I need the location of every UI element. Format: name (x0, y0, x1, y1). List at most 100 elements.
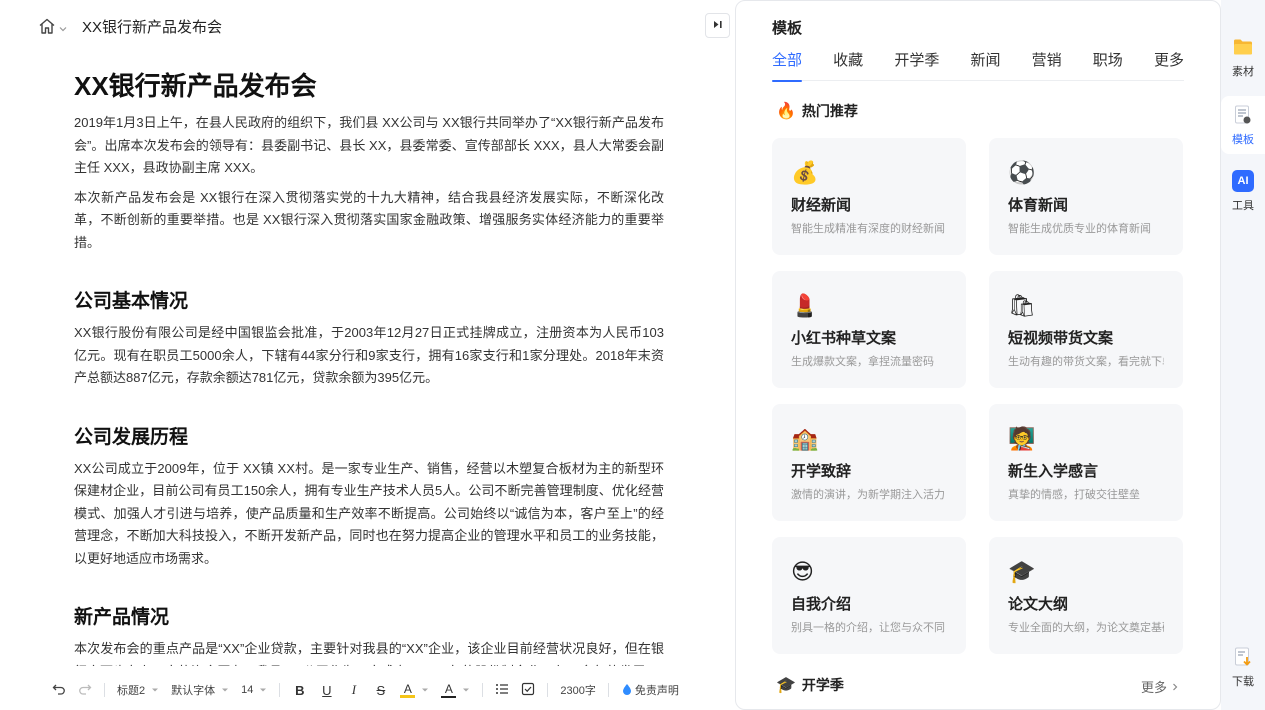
font-size-value: 14 (241, 684, 254, 696)
teacher-icon: 🧑‍🏫 (1008, 426, 1036, 451)
undo-icon (52, 682, 66, 699)
graduation-cap-icon: 🎓 (776, 677, 796, 694)
school-section-header: 🎓 开学季 (776, 675, 844, 695)
template-card-thesis-outline[interactable]: 🎓 论文大纲 专业全面的大纲，为论文奠定基础 (989, 537, 1183, 654)
toolbar-divider (104, 683, 105, 697)
text-color-icon: A (441, 682, 457, 698)
rail-item-templates[interactable]: 模板 (1221, 96, 1265, 154)
card-title: 小红书种草文案 (791, 330, 897, 347)
chevron-down-icon (463, 688, 470, 692)
tab-back-to-school[interactable]: 开学季 (894, 51, 939, 81)
highlight-button[interactable]: A (400, 682, 429, 698)
card-description: 激情的演讲，为新学期注入活力 (791, 489, 945, 501)
paragraph[interactable]: 本次新产品发布会是 XX银行在深入贯彻落实党的十九大精神，结合我县经济发展实际，… (74, 187, 664, 255)
disclaimer-link[interactable]: 免责声明 (621, 682, 679, 698)
soccer-ball-icon: ⚽ (1008, 160, 1036, 185)
template-card-short-video-copy[interactable]: 🛍 短视频带货文案 生动有趣的带货文案，看完就下单 (989, 271, 1183, 388)
bullet-list-button[interactable] (495, 682, 509, 699)
bold-icon: B (295, 682, 305, 698)
strikethrough-icon: S (376, 682, 386, 698)
font-family-value: 默认字体 (171, 685, 216, 697)
document-title[interactable]: XX银行新产品发布会 (74, 66, 664, 106)
download-icon (1232, 646, 1254, 668)
tab-favorites[interactable]: 收藏 (833, 51, 863, 81)
card-description: 别具一格的介绍，让您与众不同 (791, 622, 945, 634)
strikethrough-button[interactable]: S (373, 683, 388, 698)
home-icon[interactable] (38, 17, 56, 35)
toolbar-divider (482, 683, 484, 697)
font-size-select[interactable]: 14 (241, 684, 267, 696)
card-description: 生动有趣的带货文案，看完就下单 (1008, 356, 1164, 368)
hot-section-header: 🔥 热门推荐 (776, 101, 858, 121)
document-content[interactable]: XX银行新产品发布会 2019年1月3日上午，在县人民政府的组织下，我们县 XX… (74, 66, 664, 666)
tab-workplace[interactable]: 职场 (1093, 51, 1123, 81)
template-card-sports-news[interactable]: ⚽ 体育新闻 智能生成优质专业的体育新闻 (989, 138, 1183, 255)
panel-title: 模板 (772, 20, 803, 37)
section-heading[interactable]: 公司发展历程 (74, 426, 664, 450)
italic-button[interactable]: I (346, 682, 361, 698)
card-description: 智能生成精准有深度的财经新闻 (791, 223, 945, 235)
rail-label: 模板 (1232, 133, 1254, 146)
heading-style-select[interactable]: 标题2 (117, 682, 159, 698)
template-card-self-introduction[interactable]: 😎 自我介绍 别具一格的介绍，让您与众不同 (772, 537, 966, 654)
tab-marketing[interactable]: 营销 (1032, 51, 1062, 81)
chevron-right-icon (1173, 683, 1178, 690)
paragraph[interactable]: 本次发布会的重点产品是“XX”企业贷款，主要针对我县的“XX”企业，该企业目前经… (74, 638, 664, 666)
lipstick-icon: 💄 (791, 293, 819, 318)
template-card-finance-news[interactable]: 💰 财经新闻 智能生成精准有深度的财经新闻 (772, 138, 966, 255)
heading-style-value: 标题2 (117, 685, 146, 697)
card-description: 专业全面的大纲，为论文奠定基础 (1008, 622, 1164, 634)
collapse-right-icon (712, 17, 723, 35)
tab-news[interactable]: 新闻 (970, 51, 1000, 81)
section-heading[interactable]: 公司基本情况 (74, 290, 664, 314)
redo-button[interactable] (78, 682, 92, 699)
paragraph[interactable]: XX银行股份有限公司是经中国银监会批准，于2003年12月27日正式挂牌成立，注… (74, 322, 664, 390)
card-title: 短视频带货文案 (1008, 330, 1114, 347)
format-toolbar: 标题2 默认字体 14 B U I S A A 2300字 免责声明 (52, 676, 691, 704)
template-card-xiaohongshu-copy[interactable]: 💄 小红书种草文案 生成爆款文案，拿捏流量密码 (772, 271, 966, 388)
rail-item-download[interactable]: 下载 (1221, 638, 1265, 696)
template-card-freshman-reflection[interactable]: 🧑‍🏫 新生入学感言 真挚的情感，打破交往壁垒 (989, 404, 1183, 521)
word-count: 2300字 (560, 685, 596, 697)
card-description: 真挚的情感，打破交往壁垒 (1008, 489, 1140, 501)
checkbox-icon (521, 682, 535, 699)
underline-button[interactable]: U (319, 683, 334, 698)
paragraph[interactable]: XX公司成立于2009年，位于 XX镇 XX村。是一家专业生产、销售，经营以木塑… (74, 458, 664, 571)
fire-icon: 🔥 (776, 103, 796, 120)
collapse-panel-button[interactable] (705, 13, 730, 38)
document-name[interactable]: XX银行新产品发布会 (82, 16, 222, 37)
school-section-label: 开学季 (801, 677, 844, 693)
underline-icon: U (322, 682, 332, 698)
side-rail: 素材 模板 AI 工具 下载 (1221, 0, 1265, 710)
shopping-bags-icon: 🛍 (1008, 293, 1036, 318)
sunglasses-face-icon: 😎 (791, 559, 814, 584)
paragraph[interactable]: 2019年1月3日上午，在县人民政府的组织下，我们县 XX公司与 XX银行共同举… (74, 112, 664, 180)
school-section-more-link[interactable]: 更多 (1141, 677, 1180, 696)
money-bag-icon: 💰 (791, 160, 819, 185)
checklist-button[interactable] (521, 682, 535, 699)
redo-icon (78, 682, 92, 699)
card-title: 开学致辞 (791, 463, 852, 480)
highlighter-icon: A (400, 682, 416, 698)
italic-icon: I (351, 682, 357, 697)
tab-more[interactable]: 更多 (1154, 51, 1184, 81)
card-description: 智能生成优质专业的体育新闻 (1008, 223, 1151, 235)
hot-section-label: 热门推荐 (801, 103, 858, 119)
text-color-button[interactable]: A (441, 682, 470, 698)
font-family-select[interactable]: 默认字体 (171, 682, 229, 698)
rail-item-materials[interactable]: 素材 (1221, 28, 1265, 86)
document-editor: XX银行新产品发布会 XX银行新产品发布会 2019年1月3日上午，在县人民政府… (0, 0, 735, 710)
template-tabs: 全部 收藏 开学季 新闻 营销 职场 更多 (772, 51, 1184, 82)
toolbar-divider (279, 683, 281, 697)
template-card-opening-speech[interactable]: 🏫 开学致辞 激情的演讲，为新学期注入活力 (772, 404, 966, 521)
chevron-down-icon[interactable] (58, 21, 68, 32)
toolbar-divider (547, 683, 549, 697)
section-heading[interactable]: 新产品情况 (74, 606, 664, 630)
undo-button[interactable] (52, 682, 66, 699)
card-title: 自我介绍 (791, 596, 852, 613)
bold-button[interactable]: B (292, 683, 307, 698)
tab-all[interactable]: 全部 (772, 51, 803, 82)
card-title: 体育新闻 (1008, 197, 1069, 214)
rail-label: 下载 (1232, 675, 1254, 688)
rail-item-tools[interactable]: AI 工具 (1221, 162, 1265, 220)
